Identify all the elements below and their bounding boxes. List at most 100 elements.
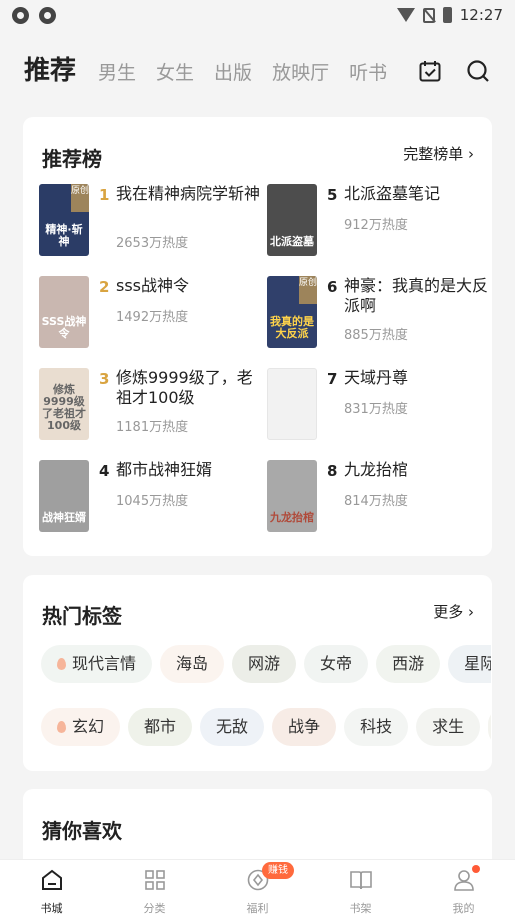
calendar-checkin-icon[interactable] bbox=[419, 60, 441, 82]
book-heat: 1492万热度 bbox=[116, 310, 189, 325]
home-icon bbox=[41, 869, 62, 890]
book-title: 天域丹尊 bbox=[344, 368, 409, 387]
book-cover: 原创 精神·斩神 bbox=[39, 184, 89, 256]
book-title: 北派盗墓笔记 bbox=[344, 184, 441, 203]
flame-icon bbox=[57, 721, 66, 733]
hot-tags-card: 热门标签 更多 › 现代言情 海岛 网游 女帝 西游 星际 玄幻 都市 无敌 战争 科技 求生 bbox=[23, 575, 492, 771]
battery-icon bbox=[442, 7, 452, 23]
cover-title: 战神狂婿 bbox=[42, 511, 86, 524]
nav-profile[interactable]: 我的 bbox=[412, 860, 515, 917]
status-time: 12:27 bbox=[459, 6, 503, 24]
tag-chip[interactable] bbox=[488, 708, 491, 746]
earn-money-badge: 赚钱 bbox=[262, 862, 294, 879]
tab-screening[interactable]: 放映厅 bbox=[272, 58, 329, 85]
ranking-item[interactable]: 原创 精神·斩神 1 我在精神病院学斩神 2653万热度 bbox=[39, 184, 261, 256]
tab-female[interactable]: 女生 bbox=[156, 58, 194, 85]
guess-you-like-card: 猜你喜欢 bbox=[23, 789, 492, 869]
book-cover: 九龙抬棺 bbox=[267, 460, 317, 532]
tag-chip[interactable]: 西游 bbox=[376, 645, 441, 683]
app-notification-icon bbox=[39, 6, 56, 24]
nav-category[interactable]: 分类 bbox=[103, 860, 206, 917]
bottom-navigation: 书城 分类 福利 书架 我的 bbox=[0, 859, 515, 917]
book-title: 九龙抬棺 bbox=[344, 460, 409, 479]
tab-publish[interactable]: 出版 bbox=[214, 58, 252, 85]
ranking-item[interactable]: 7 天域丹尊 831万热度 bbox=[267, 368, 487, 440]
tag-chip[interactable]: 求生 bbox=[416, 708, 481, 746]
ranking-item[interactable]: 北派盗墓 5 北派盗墓笔记 912万热度 bbox=[267, 184, 487, 256]
rank-number: 7 bbox=[327, 370, 338, 388]
ranking-item[interactable]: 修炼9999级了老祖才100级 3 修炼9999级了，老祖才100级 1181万… bbox=[39, 368, 259, 440]
no-sim-icon bbox=[422, 7, 435, 23]
book-title: 都市战神狂婿 bbox=[116, 460, 213, 479]
tab-audiobook[interactable]: 听书 bbox=[349, 58, 387, 85]
book-cover: SSS战神令 bbox=[39, 276, 89, 348]
rank-number: 3 bbox=[99, 370, 110, 388]
book-heat: 912万热度 bbox=[344, 218, 408, 233]
tag-chip[interactable]: 海岛 bbox=[160, 645, 225, 683]
open-book-icon bbox=[349, 871, 372, 890]
tag-chip[interactable]: 都市 bbox=[128, 708, 193, 746]
notification-dot bbox=[472, 865, 480, 873]
cover-title: 我真的是大反派 bbox=[270, 315, 314, 340]
tag-chip[interactable]: 玄幻 bbox=[41, 708, 121, 746]
book-heat: 1181万热度 bbox=[116, 420, 189, 435]
ranking-item[interactable]: 原创 我真的是大反派 6 神豪：我真的是大反派啊 885万热度 bbox=[267, 276, 489, 348]
cover-title: 精神·斩神 bbox=[45, 223, 83, 248]
rank-number: 5 bbox=[327, 186, 338, 204]
rank-number: 8 bbox=[327, 462, 338, 480]
tab-recommend[interactable]: 推荐 bbox=[24, 50, 76, 87]
book-title: 我在精神病院学斩神 bbox=[116, 184, 261, 203]
ranking-item[interactable]: 战神狂婿 4 都市战神狂婿 1045万热度 bbox=[39, 460, 259, 532]
tab-male[interactable]: 男生 bbox=[98, 58, 136, 85]
grid-icon bbox=[144, 870, 165, 890]
nav-bookstore[interactable]: 书城 bbox=[0, 860, 103, 917]
cover-title: SSS战神令 bbox=[41, 315, 87, 340]
book-heat: 2653万热度 bbox=[116, 236, 189, 251]
book-cover: 修炼9999级了老祖才100级 bbox=[39, 368, 89, 440]
book-title: sss战神令 bbox=[116, 276, 190, 295]
wifi-icon bbox=[396, 8, 415, 22]
book-cover: 北派盗墓 bbox=[267, 184, 317, 256]
rank-number: 1 bbox=[99, 186, 110, 204]
cover-title: 九龙抬棺 bbox=[270, 511, 314, 524]
rank-number: 4 bbox=[99, 462, 110, 480]
book-heat: 1045万热度 bbox=[116, 494, 189, 509]
original-badge: 原创 bbox=[71, 184, 89, 212]
tag-chip[interactable]: 科技 bbox=[344, 708, 409, 746]
ranking-title: 推荐榜 bbox=[42, 147, 102, 171]
book-title: 修炼9999级了，老祖才100级 bbox=[116, 368, 253, 407]
channel-tabs: 推荐 男生 女生 出版 放映厅 听书 bbox=[24, 50, 406, 94]
book-cover: 原创 我真的是大反派 bbox=[267, 276, 317, 348]
ranking-card: 推荐榜 完整榜单 › 原创 精神·斩神 1 我在精神病院学斩神 2653万热度 … bbox=[23, 117, 492, 556]
book-heat: 885万热度 bbox=[344, 328, 408, 343]
tag-chip[interactable]: 星际 bbox=[448, 645, 491, 683]
book-heat: 831万热度 bbox=[344, 402, 408, 417]
original-badge: 原创 bbox=[299, 276, 317, 304]
search-icon[interactable] bbox=[466, 59, 490, 83]
ranking-item[interactable]: SSS战神令 2 sss战神令 1492万热度 bbox=[39, 276, 259, 348]
guess-title: 猜你喜欢 bbox=[42, 819, 122, 843]
user-icon bbox=[453, 870, 474, 891]
book-heat: 814万热度 bbox=[344, 494, 408, 509]
tag-chip[interactable]: 无敌 bbox=[200, 708, 265, 746]
full-ranking-link[interactable]: 完整榜单 › bbox=[403, 143, 474, 164]
book-title: 神豪：我真的是大反派啊 bbox=[344, 276, 489, 315]
cover-title: 修炼9999级了老祖才100级 bbox=[42, 383, 86, 432]
book-cover bbox=[267, 368, 317, 440]
rank-number: 2 bbox=[99, 278, 110, 296]
cover-title: 北派盗墓 bbox=[270, 235, 314, 248]
book-cover: 战神狂婿 bbox=[39, 460, 89, 532]
tag-row-2: 玄幻 都市 无敌 战争 科技 求生 bbox=[41, 708, 491, 748]
tag-chip[interactable]: 现代言情 bbox=[41, 645, 153, 683]
nav-bookshelf[interactable]: 书架 bbox=[309, 860, 412, 917]
tag-chip[interactable]: 战争 bbox=[272, 708, 337, 746]
app-notification-icon bbox=[12, 6, 29, 24]
top-navigation: 推荐 男生 女生 出版 放映厅 听书 bbox=[0, 40, 515, 100]
rank-number: 6 bbox=[327, 278, 338, 296]
more-tags-link[interactable]: 更多 › bbox=[433, 601, 474, 622]
tag-chip[interactable]: 网游 bbox=[232, 645, 297, 683]
tag-chip[interactable]: 女帝 bbox=[304, 645, 369, 683]
status-bar: 12:27 bbox=[0, 0, 515, 30]
flame-icon bbox=[57, 658, 66, 670]
ranking-item[interactable]: 九龙抬棺 8 九龙抬棺 814万热度 bbox=[267, 460, 487, 532]
